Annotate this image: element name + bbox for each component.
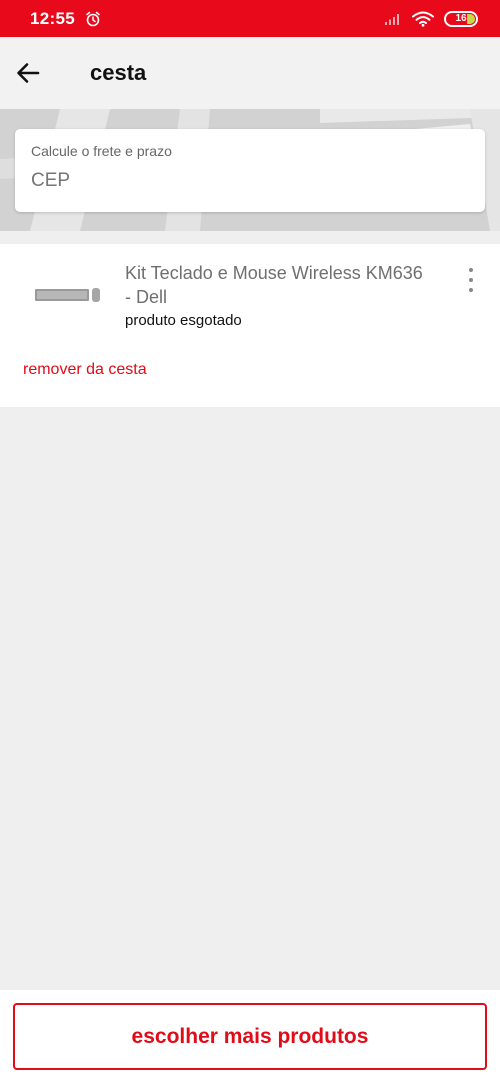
cart-item: Kit Teclado e Mouse Wireless KM636 - Del… — [0, 244, 500, 407]
product-image — [35, 288, 100, 302]
product-name[interactable]: Kit Teclado e Mouse Wireless KM636 - Del… — [125, 261, 425, 309]
remove-from-cart-link[interactable]: remover da cesta — [23, 361, 147, 379]
battery-level: 16 — [455, 13, 467, 24]
more-vertical-icon[interactable] — [460, 266, 482, 294]
shipping-calculator: Calcule o frete e prazo — [15, 129, 485, 212]
app-bar: cesta — [0, 37, 500, 109]
wifi-icon — [412, 11, 434, 27]
status-time: 12:55 — [30, 8, 75, 28]
battery-icon: 16 — [444, 10, 478, 27]
shipping-label: Calcule o frete e prazo — [31, 143, 172, 159]
back-button[interactable] — [0, 37, 58, 109]
alarm-icon — [86, 11, 100, 26]
product-status: produto esgotado — [125, 312, 242, 329]
signal-icon — [385, 13, 399, 25]
choose-more-products-button[interactable]: escolher mais produtos — [13, 1003, 487, 1070]
cep-input[interactable] — [31, 170, 451, 192]
status-bar: 12:55 16 — [0, 0, 500, 37]
bottom-action-bar: escolher mais produtos — [0, 990, 500, 1082]
arrow-left-icon — [17, 63, 40, 83]
page-title: cesta — [90, 60, 147, 85]
